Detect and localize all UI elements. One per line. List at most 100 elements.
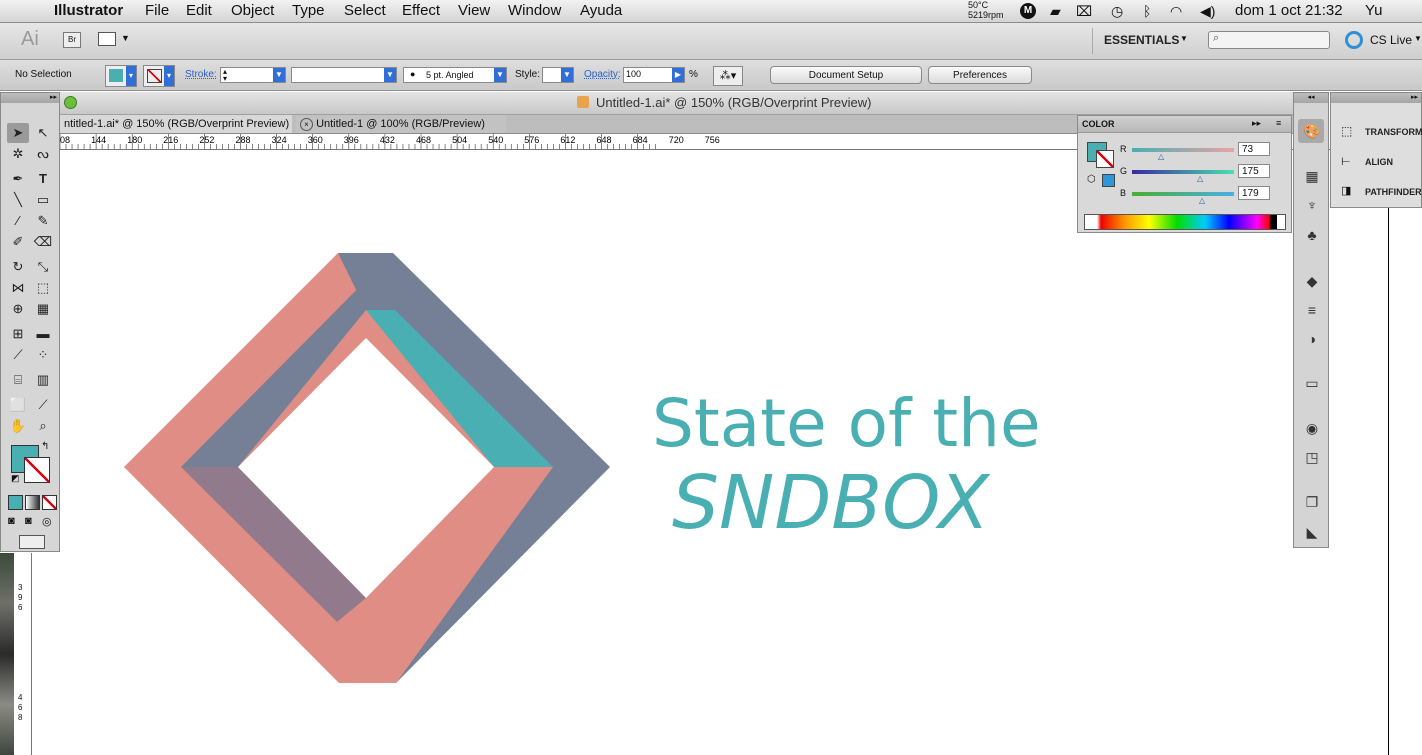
- panel-collapse-icon[interactable]: ▸▸: [1, 93, 59, 103]
- dock-expand-icon[interactable]: ▸▸: [1331, 93, 1421, 103]
- panel-dock-labels: ▸▸ ⬚ TRANSFORM ⊢ ALIGN ◨ PATHFINDER: [1330, 92, 1422, 208]
- screen-mode-button[interactable]: [19, 535, 45, 549]
- tab-label: Untitled-1 @ 100% (RGB/Preview): [316, 118, 485, 130]
- color-mode-button[interactable]: [8, 495, 23, 510]
- layers-icon[interactable]: ◳: [1302, 448, 1322, 466]
- ruler-tick-label: 108: [60, 135, 70, 145]
- draw-inside-icon[interactable]: ◎: [42, 515, 52, 528]
- tab-untitled-1-ai[interactable]: ntitled-1.ai* @ 150% (RGB/Overprint Prev…: [60, 115, 292, 133]
- brushes-icon[interactable]: ♆: [1302, 196, 1322, 214]
- artboards-icon[interactable]: ❐: [1302, 493, 1322, 511]
- color-panel-header[interactable]: COLOR ▸▸ ≡: [1078, 116, 1291, 133]
- pathfinder-panel-button[interactable]: PATHFINDER: [1365, 187, 1422, 197]
- symbols-icon[interactable]: ♣: [1302, 226, 1322, 244]
- tab-label: ntitled-1.ai* @ 150% (RGB/Overprint Prev…: [64, 118, 290, 130]
- color-spectrum-bar[interactable]: [1084, 214, 1286, 230]
- ruler-tick-label: 144: [91, 135, 106, 145]
- b-slider[interactable]: [1132, 192, 1234, 196]
- rectangle-tool[interactable]: ▭: [32, 190, 54, 210]
- perspective-grid-tool[interactable]: ▦: [32, 299, 54, 319]
- free-transform-tool[interactable]: ⬚: [32, 278, 54, 298]
- swap-fill-stroke-icon[interactable]: ↰: [41, 441, 49, 452]
- paintbrush-tool[interactable]: ⁄: [7, 211, 29, 231]
- web-safe-swatch[interactable]: [1102, 174, 1115, 187]
- gradient-tool[interactable]: ▬: [32, 324, 54, 344]
- align-icon[interactable]: ⊢: [1341, 155, 1351, 168]
- align-panel-button[interactable]: ALIGN: [1365, 157, 1393, 167]
- selection-tool[interactable]: ➤: [7, 123, 29, 143]
- tab-untitled-1[interactable]: × Untitled-1 @ 100% (RGB/Preview): [296, 115, 506, 133]
- width-tool[interactable]: ⋈: [7, 278, 29, 298]
- direct-selection-tool[interactable]: ↖: [32, 123, 54, 143]
- pathfinder-icon[interactable]: ◨: [1341, 184, 1351, 197]
- ruler-tick-label: 684: [633, 135, 648, 145]
- line-tool[interactable]: ╲: [7, 190, 29, 210]
- artwork-line2[interactable]: SNDBOX: [672, 460, 991, 546]
- dock-collapse-icon[interactable]: ◂◂: [1294, 93, 1328, 103]
- none-mode-button[interactable]: [42, 495, 57, 510]
- graphic-styles-icon[interactable]: ◆: [1302, 272, 1322, 290]
- default-fill-stroke-icon[interactable]: ◩: [11, 473, 20, 484]
- draw-behind-icon[interactable]: ◙: [25, 515, 32, 527]
- artboard-tool[interactable]: ⬜: [7, 395, 29, 415]
- symbol-sprayer-tool[interactable]: ⌸: [7, 370, 29, 390]
- color-panel-icon[interactable]: 🎨: [1302, 122, 1322, 140]
- pencil-tool[interactable]: ✎: [32, 211, 54, 231]
- lasso-tool[interactable]: ᔓ: [32, 144, 54, 164]
- ruler-tick-label: 252: [199, 135, 214, 145]
- zoom-tool[interactable]: ⌕: [32, 416, 54, 436]
- vruler-tick: 6: [18, 703, 23, 712]
- ruler-tick-label: 180: [127, 135, 142, 145]
- transform-icon[interactable]: ⬚: [1341, 124, 1352, 138]
- r-slider[interactable]: [1132, 148, 1234, 152]
- column-graph-tool[interactable]: ▥: [32, 370, 54, 390]
- ruler-tick-label: 720: [669, 135, 684, 145]
- stroke-panel-icon[interactable]: ≡: [1302, 301, 1322, 319]
- g-slider-thumb[interactable]: △: [1197, 174, 1203, 183]
- blend-tool[interactable]: ⁘: [32, 345, 54, 365]
- blob-brush-tool[interactable]: ✐: [7, 232, 29, 252]
- b-slider-thumb[interactable]: △: [1199, 196, 1205, 205]
- mesh-tool[interactable]: ⊞: [7, 324, 29, 344]
- ruler-tick-label: 540: [488, 135, 503, 145]
- slice-tool[interactable]: ⟋: [32, 395, 54, 415]
- panel-menu-icon[interactable]: ≡: [1276, 118, 1281, 128]
- hand-tool[interactable]: ✋: [7, 416, 29, 436]
- type-tool[interactable]: T: [32, 169, 54, 189]
- vruler-tick: 3: [18, 583, 23, 592]
- transparency-icon[interactable]: ◑: [1302, 330, 1322, 348]
- eyedropper-tool[interactable]: ⟋: [7, 345, 29, 365]
- out-of-gamut-icon[interactable]: ⬡: [1087, 174, 1096, 185]
- collapse-icon[interactable]: ▸▸: [1252, 118, 1261, 129]
- artwork-line1[interactable]: State of the: [652, 385, 1041, 462]
- stroke-color-indicator[interactable]: [24, 457, 50, 483]
- stroke-swatch[interactable]: [1096, 150, 1114, 168]
- links-icon[interactable]: ◣: [1302, 523, 1322, 541]
- zoom-window-button[interactable]: [64, 96, 77, 109]
- swatches-icon[interactable]: ▦: [1302, 167, 1322, 185]
- gradient-panel-icon[interactable]: ▭: [1302, 374, 1322, 392]
- appearance-icon[interactable]: ◉: [1302, 419, 1322, 437]
- g-slider[interactable]: [1132, 170, 1234, 174]
- right-icon-dock: ◂◂ 🎨 ▦ ♆ ♣ ◆ ≡ ◑ ▭ ◉ ◳ ❐ ◣: [1293, 92, 1329, 548]
- eraser-tool[interactable]: ⌫: [32, 232, 54, 252]
- pen-tool[interactable]: ✒: [7, 169, 29, 189]
- r-slider-thumb[interactable]: △: [1158, 152, 1164, 161]
- r-value-field[interactable]: 73: [1238, 142, 1270, 156]
- rotate-tool[interactable]: ↻: [7, 257, 29, 277]
- vertical-ruler[interactable]: 3 9 6 4 6 8: [14, 553, 32, 755]
- transform-panel-button[interactable]: TRANSFORM: [1365, 127, 1422, 137]
- scale-tool[interactable]: ⤡: [32, 257, 54, 277]
- b-value-field[interactable]: 179: [1238, 186, 1270, 200]
- shape-builder-tool[interactable]: ⊕: [7, 299, 29, 319]
- vruler-tick: 6: [18, 603, 23, 612]
- vruler-tick: 4: [18, 693, 23, 702]
- ruler-tick-label: 324: [272, 135, 287, 145]
- magic-wand-tool[interactable]: ✲: [7, 144, 29, 164]
- gradient-mode-button[interactable]: [25, 495, 40, 510]
- draw-normal-icon[interactable]: ◙: [8, 515, 15, 527]
- g-value-field[interactable]: 175: [1238, 164, 1270, 178]
- close-icon[interactable]: ×: [300, 117, 313, 131]
- g-label: G: [1120, 166, 1128, 176]
- r-label: R: [1120, 144, 1127, 154]
